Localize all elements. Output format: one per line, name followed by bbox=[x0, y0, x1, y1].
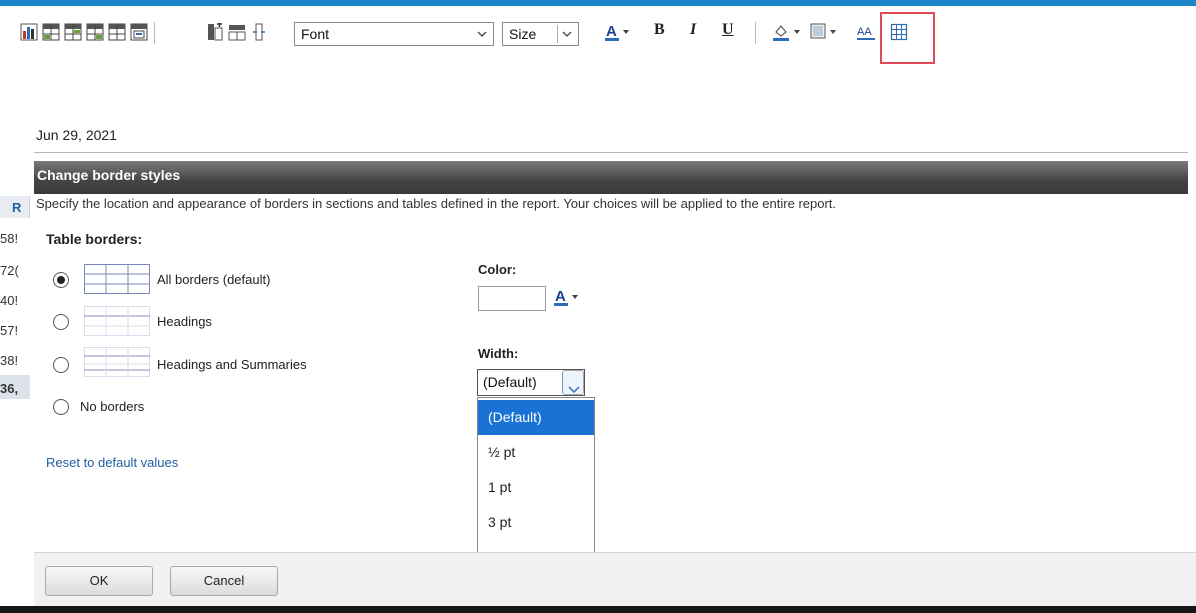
font-select[interactable]: Font bbox=[294, 22, 494, 46]
divider bbox=[34, 152, 1188, 153]
chevron-down-icon bbox=[560, 26, 574, 42]
option-label: Headings bbox=[157, 314, 212, 329]
table-borders-label: Table borders: bbox=[46, 231, 143, 247]
size-select-value: Size bbox=[509, 26, 537, 42]
width-option[interactable]: 1 pt bbox=[478, 470, 594, 505]
option-label: All borders (default) bbox=[157, 272, 271, 287]
ok-button[interactable]: OK bbox=[45, 566, 153, 596]
bottom-bar bbox=[0, 606, 1196, 613]
chevron-down-icon[interactable] bbox=[562, 370, 584, 395]
width-select-value: (Default) bbox=[483, 374, 537, 390]
option-label: Headings and Summaries bbox=[157, 357, 307, 372]
table-row-icon[interactable] bbox=[64, 23, 82, 41]
width-option[interactable]: ½ pt bbox=[478, 435, 594, 470]
width-label: Width: bbox=[478, 346, 519, 361]
report-date: Jun 29, 2021 bbox=[36, 127, 117, 143]
dialog-description: Specify the location and appearance of b… bbox=[36, 196, 837, 211]
width-option[interactable]: 3 pt bbox=[478, 505, 594, 540]
background-text: 57! bbox=[0, 323, 19, 338]
table-insert-icon[interactable] bbox=[42, 23, 60, 41]
column-insert-icon[interactable] bbox=[206, 23, 224, 41]
width-option[interactable]: (Default) bbox=[478, 400, 594, 435]
svg-text:A: A bbox=[606, 23, 617, 40]
headings-summaries-icon bbox=[84, 347, 150, 377]
option-label: No borders bbox=[80, 399, 145, 414]
bold-button[interactable]: B bbox=[654, 21, 665, 39]
font-color-icon[interactable]: A bbox=[604, 23, 634, 41]
radio-headings[interactable] bbox=[53, 314, 69, 330]
fill-color-icon[interactable] bbox=[772, 23, 804, 41]
all-borders-icon bbox=[84, 264, 150, 294]
toolbar-separator bbox=[755, 22, 756, 44]
reset-defaults-link[interactable]: Reset to default values bbox=[46, 455, 178, 470]
table-column-icon[interactable] bbox=[86, 23, 104, 41]
dialog-title: Change border styles bbox=[34, 161, 1188, 194]
table-split-icon[interactable] bbox=[130, 23, 148, 41]
svg-text:A: A bbox=[555, 288, 566, 305]
text-style-icon[interactable]: AA bbox=[856, 23, 878, 41]
cancel-button[interactable]: Cancel bbox=[170, 566, 278, 596]
column-resize-icon[interactable] bbox=[250, 23, 268, 41]
table-merge-icon[interactable] bbox=[108, 23, 126, 41]
toolbar-separator bbox=[154, 22, 155, 44]
font-color-icon[interactable]: A bbox=[553, 286, 587, 310]
font-select-value: Font bbox=[301, 26, 330, 42]
width-select[interactable]: (Default) bbox=[477, 369, 585, 396]
highlight-annotation bbox=[880, 12, 935, 64]
radio-no-borders[interactable] bbox=[53, 399, 69, 415]
chevron-down-icon bbox=[475, 26, 489, 42]
color-label: Color: bbox=[478, 262, 517, 277]
radio-all-borders[interactable] bbox=[53, 272, 69, 288]
background-text: 38! bbox=[0, 353, 19, 368]
row-insert-icon[interactable] bbox=[228, 23, 246, 41]
svg-text:AA: AA bbox=[857, 26, 872, 38]
background-text: 40! bbox=[0, 293, 19, 308]
background-text: 72( bbox=[0, 263, 19, 278]
background-text: 36, bbox=[0, 381, 19, 396]
background-text: 58! bbox=[0, 231, 19, 246]
chart-icon[interactable] bbox=[20, 23, 38, 41]
radio-headings-summaries[interactable] bbox=[53, 357, 69, 373]
color-swatch[interactable] bbox=[478, 286, 546, 311]
formatting-toolbar: Font Size A B I U AA bbox=[0, 6, 1196, 64]
underline-button[interactable]: U bbox=[722, 21, 734, 39]
size-select[interactable]: Size bbox=[502, 22, 579, 46]
width-dropdown-list: (Default) ½ pt 1 pt 3 pt 6 pt bbox=[477, 397, 595, 577]
headings-icon bbox=[84, 306, 150, 336]
italic-button[interactable]: I bbox=[690, 21, 696, 39]
background-color-icon[interactable] bbox=[810, 23, 842, 41]
